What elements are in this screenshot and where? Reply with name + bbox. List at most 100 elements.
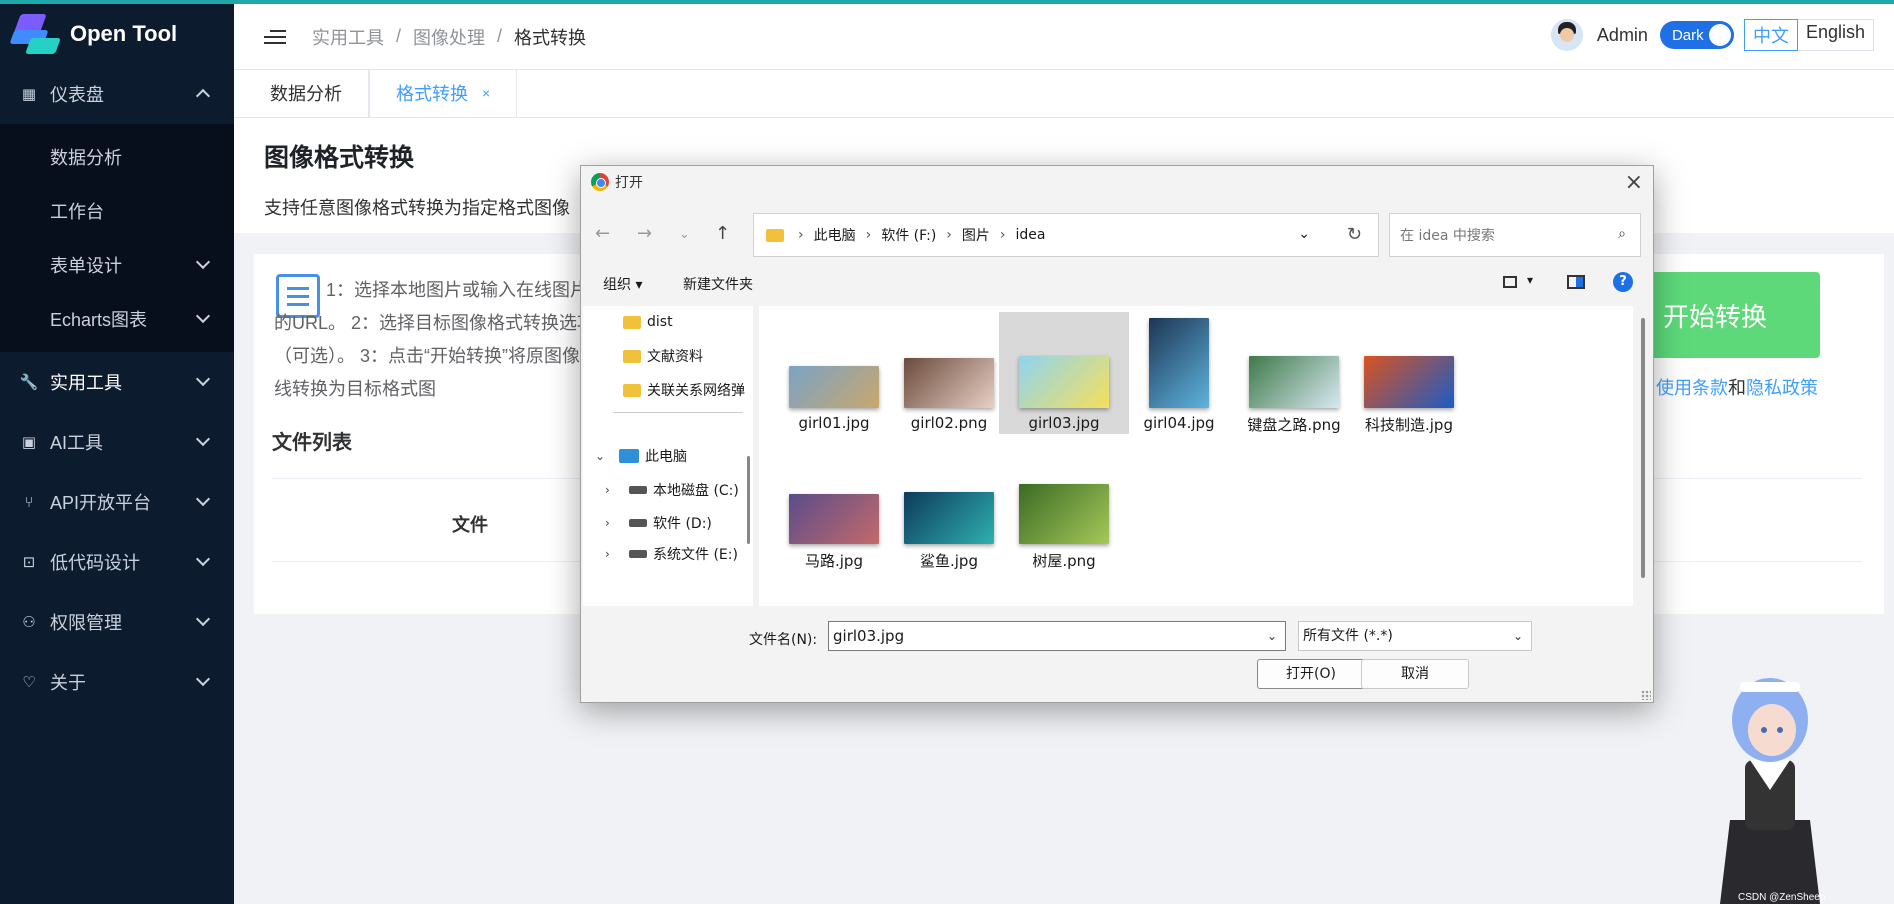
- nav-drive-e[interactable]: › 系统文件 (E:): [605, 542, 738, 566]
- sidebar-item-label: 权限管理: [50, 613, 122, 633]
- organize-menu[interactable]: 组织 ▾: [603, 274, 642, 294]
- refresh-icon[interactable]: ↻: [1347, 224, 1362, 245]
- sidebar-item-label: 仪表盘: [50, 85, 104, 105]
- chevron-right-icon[interactable]: ›: [605, 547, 619, 561]
- sidebar-item-tools[interactable]: 🔧 实用工具: [0, 352, 234, 412]
- user-name[interactable]: Admin: [1597, 25, 1648, 46]
- tab-analysis[interactable]: 数据分析: [244, 69, 369, 117]
- filename-input[interactable]: girl03.jpg ⌄: [828, 621, 1286, 651]
- nav-pc-label: 此电脑: [645, 449, 687, 465]
- tab-format-convert[interactable]: 格式转换 ×: [369, 69, 518, 117]
- close-tab-icon[interactable]: ×: [482, 85, 490, 101]
- folder-icon: [766, 228, 784, 242]
- sidebar-subitem-workbench[interactable]: 工作台: [0, 184, 234, 238]
- dialog-title: 打开: [615, 175, 643, 191]
- image-thumbnail: [1249, 356, 1339, 408]
- sidebar-item-lowcode[interactable]: ⊡ 低代码设计: [0, 532, 234, 592]
- sidebar-item-dashboard[interactable]: ▦ 仪表盘: [0, 64, 234, 124]
- up-arrow-icon[interactable]: ↑: [715, 223, 730, 244]
- chevron-down-icon[interactable]: ⌄: [1298, 226, 1310, 242]
- nav-drive-d[interactable]: › 软件 (D:): [605, 511, 712, 535]
- app-logo[interactable]: Open Tool: [0, 4, 234, 64]
- file-name: girl02.png: [910, 414, 988, 432]
- preview-pane-icon[interactable]: [1567, 275, 1585, 289]
- lang-zh-button[interactable]: 中文: [1743, 19, 1798, 51]
- nav-folder-docs[interactable]: 文献资料: [623, 344, 703, 368]
- computer-icon: [619, 449, 639, 463]
- file-name: 科技制造.jpg: [1365, 416, 1453, 434]
- drive-icon: [629, 519, 647, 527]
- path-segment[interactable]: idea: [1016, 227, 1046, 243]
- file-name: 树屋.png: [1032, 552, 1096, 570]
- breadcrumb-sep: /: [497, 26, 503, 46]
- chevron-down-icon: [195, 491, 211, 507]
- close-icon[interactable]: ×: [1625, 170, 1643, 195]
- sidebar-item-permissions[interactable]: ⚇ 权限管理: [0, 592, 234, 652]
- path-segment[interactable]: 此电脑: [814, 225, 856, 245]
- top-header: 实用工具 / 图像处理 / 格式转换 Admin Dark 中文 English: [234, 4, 1894, 70]
- sidebar-subitem-echarts[interactable]: Echarts图表: [0, 292, 234, 346]
- file-item[interactable]: 键盘之路.png: [1229, 312, 1359, 434]
- app-name: Open Tool: [70, 21, 178, 46]
- path-sep-icon: ›: [798, 227, 804, 243]
- back-arrow-icon[interactable]: ←: [595, 223, 610, 244]
- chevron-right-icon[interactable]: ›: [605, 516, 619, 530]
- new-folder-button[interactable]: 新建文件夹: [683, 274, 753, 294]
- view-mode-icon[interactable]: [1503, 276, 1517, 288]
- address-bar[interactable]: › 此电脑 › 软件 (F:) › 图片 › idea ⌄ ↻: [753, 213, 1379, 257]
- nav-this-pc[interactable]: ⌄ 此电脑: [595, 444, 687, 468]
- sidebar-subitem-label: Echarts图表: [50, 310, 148, 330]
- open-button[interactable]: 打开(O): [1257, 659, 1365, 689]
- file-item[interactable]: girl02.png: [884, 312, 1014, 434]
- path-segment[interactable]: 软件 (F:): [881, 225, 936, 245]
- file-item[interactable]: girl03.jpg: [999, 312, 1129, 434]
- chevron-down-icon: [195, 308, 211, 324]
- file-item[interactable]: 科技制造.jpg: [1344, 312, 1474, 434]
- file-item[interactable]: 树屋.png: [999, 466, 1129, 570]
- file-grid-scrollbar[interactable]: [1641, 318, 1645, 578]
- chevron-down-icon[interactable]: ⌄: [1267, 622, 1277, 650]
- breadcrumb-item[interactable]: 图像处理: [413, 24, 485, 50]
- cancel-button[interactable]: 取消: [1361, 659, 1469, 689]
- view-dropdown-icon[interactable]: ▾: [1527, 273, 1533, 287]
- file-column-header: 文件: [452, 515, 488, 535]
- help-icon[interactable]: ?: [1613, 272, 1633, 292]
- nav-folder-dist[interactable]: dist: [623, 310, 673, 334]
- search-input[interactable]: 在 idea 中搜索 ⌕: [1389, 213, 1641, 257]
- resize-grip[interactable]: [1641, 690, 1651, 700]
- nav-folder-network[interactable]: 关联关系网络弹: [623, 378, 745, 402]
- privacy-link[interactable]: 隐私政策: [1746, 378, 1818, 398]
- file-item[interactable]: girl04.jpg: [1114, 312, 1244, 434]
- image-thumbnail: [904, 492, 994, 544]
- filetype-select[interactable]: 所有文件 (*.*) ⌄: [1298, 621, 1532, 651]
- chevron-down-icon[interactable]: ⌄: [595, 449, 609, 463]
- sidebar-subitem-form-design[interactable]: 表单设计: [0, 238, 234, 292]
- terms-link[interactable]: 使用条款: [1656, 378, 1728, 398]
- code-icon: ⊡: [22, 554, 36, 571]
- breadcrumb-item[interactable]: 实用工具: [312, 24, 384, 50]
- file-item[interactable]: 马路.jpg: [769, 466, 899, 570]
- ai-icon: ▣: [21, 434, 37, 451]
- recent-dropdown-icon[interactable]: ⌄: [679, 227, 690, 242]
- heart-icon: ♡: [22, 674, 36, 691]
- chrome-icon: [591, 173, 609, 191]
- avatar[interactable]: [1550, 19, 1583, 51]
- sidebar-subitem-analysis[interactable]: 数据分析: [0, 130, 234, 184]
- sidebar-item-api[interactable]: ⑂ API开放平台: [0, 472, 234, 532]
- path-segment[interactable]: 图片: [962, 225, 990, 245]
- file-item[interactable]: girl01.jpg: [769, 312, 899, 434]
- organize-label: 组织: [603, 277, 631, 293]
- image-thumbnail: [1019, 484, 1109, 544]
- sidebar-item-about[interactable]: ♡ 关于: [0, 652, 234, 712]
- menu-collapse-icon[interactable]: [264, 26, 286, 48]
- nav-scrollbar[interactable]: [747, 456, 750, 544]
- chevron-right-icon[interactable]: ›: [605, 483, 619, 497]
- theme-toggle[interactable]: Dark: [1659, 21, 1734, 49]
- nav-drive-c[interactable]: › 本地磁盘 (C:): [605, 478, 739, 502]
- file-item[interactable]: 鲨鱼.jpg: [884, 466, 1014, 570]
- lang-en-button[interactable]: English: [1798, 20, 1873, 50]
- sidebar-item-ai-tools[interactable]: ▣ AI工具: [0, 412, 234, 472]
- grid-icon: ▦: [21, 86, 37, 103]
- filetype-value: 所有文件 (*.*): [1303, 628, 1393, 644]
- forward-arrow-icon[interactable]: →: [637, 223, 652, 244]
